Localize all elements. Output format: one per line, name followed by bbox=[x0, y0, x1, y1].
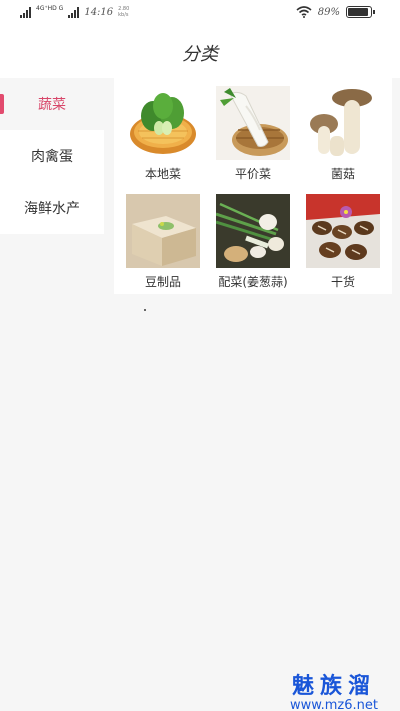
battery-percent: 89% bbox=[317, 6, 340, 18]
stray-dot bbox=[144, 309, 146, 311]
mushroom-image bbox=[306, 86, 380, 160]
bok-choy-image bbox=[126, 86, 200, 160]
grid-item-label: 干货 bbox=[330, 275, 355, 289]
status-bar: 4G⁺HD G 14:16 2.80 kb/s 89% bbox=[0, 0, 400, 30]
page-title: 分类 bbox=[182, 44, 218, 65]
grid-item-budget-vegetables[interactable]: 平价菜 bbox=[208, 86, 298, 194]
dried-goods-image bbox=[306, 194, 380, 268]
category-sidebar: 蔬菜 肉禽蛋 海鲜水产 bbox=[0, 78, 104, 234]
grid-item-label: 配菜(姜葱蒜) bbox=[218, 275, 288, 289]
header: 分类 bbox=[0, 30, 400, 78]
watermark-logo: 魅族溜 www.mz6.net bbox=[290, 668, 378, 711]
grid-item-label: 平价菜 bbox=[234, 167, 271, 181]
signal-icon bbox=[20, 6, 31, 18]
grid-item-aromatics[interactable]: 配菜(姜葱蒜) bbox=[208, 194, 298, 302]
subcategory-grid: 本地菜 平价菜 菌菇 豆制品 配菜(姜葱蒜) 干货 bbox=[114, 78, 392, 294]
watermark-url: www.mz6.net bbox=[289, 698, 378, 711]
sidebar-item-seafood[interactable]: 海鲜水产 bbox=[0, 182, 104, 234]
grid-item-dried-goods[interactable]: 干货 bbox=[298, 194, 388, 302]
watermark-chinese: 魅族溜 bbox=[291, 674, 376, 699]
clock: 14:16 bbox=[84, 7, 114, 18]
wifi-icon bbox=[296, 6, 312, 18]
network-speed: 2.80 kb/s bbox=[118, 6, 130, 18]
network-label: 4G⁺HD G bbox=[36, 5, 64, 12]
status-right: 89% bbox=[296, 6, 375, 18]
grid-item-label: 本地菜 bbox=[144, 167, 181, 181]
grid-item-mushrooms[interactable]: 菌菇 bbox=[298, 86, 388, 194]
sidebar-item-vegetables[interactable]: 蔬菜 bbox=[0, 78, 104, 130]
scallion-garlic-image bbox=[216, 194, 290, 268]
sidebar-item-label: 肉禽蛋 bbox=[31, 149, 73, 165]
status-left: 4G⁺HD G 14:16 2.80 kb/s bbox=[20, 6, 134, 18]
signal-icon-2 bbox=[68, 6, 80, 18]
grid-item-soy-products[interactable]: 豆制品 bbox=[118, 194, 208, 302]
sidebar-item-label: 蔬菜 bbox=[38, 97, 66, 113]
grid-item-local-vegetables[interactable]: 本地菜 bbox=[118, 86, 208, 194]
grid-item-label: 豆制品 bbox=[144, 275, 181, 289]
battery-icon bbox=[346, 6, 375, 18]
radish-image bbox=[216, 86, 290, 160]
grid-item-label: 菌菇 bbox=[330, 167, 355, 181]
battery-fill bbox=[348, 8, 368, 16]
sidebar-item-label: 海鲜水产 bbox=[24, 201, 80, 217]
tofu-image bbox=[126, 194, 200, 268]
sidebar-item-meat-poultry-eggs[interactable]: 肉禽蛋 bbox=[0, 130, 104, 182]
